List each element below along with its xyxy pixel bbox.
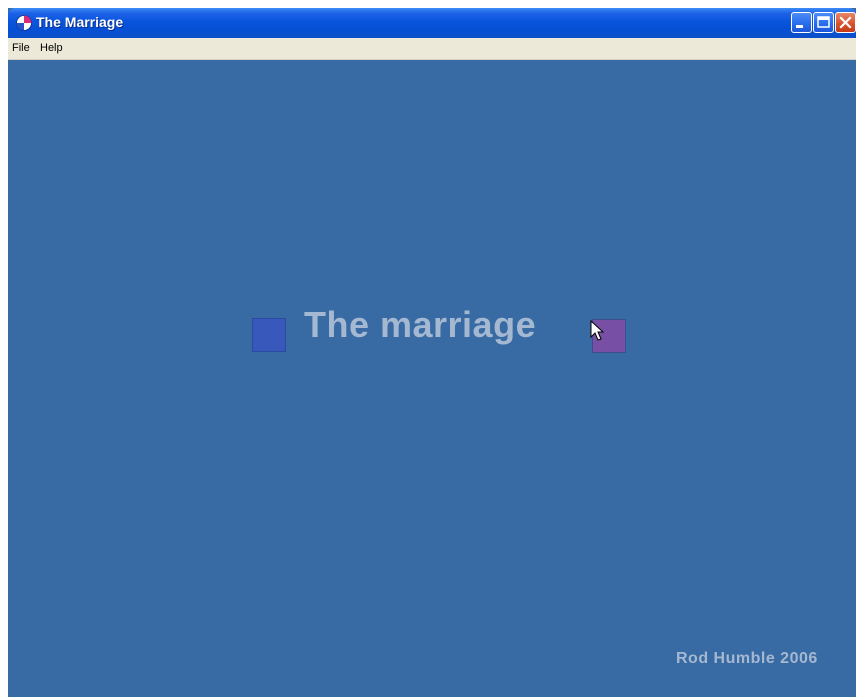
app-window: The Marriage File Help The marriage Rod …: [8, 8, 856, 697]
title-bar[interactable]: The Marriage: [8, 8, 856, 38]
window-title: The Marriage: [36, 14, 124, 30]
minimize-icon: [796, 25, 803, 28]
maximize-button[interactable]: [813, 12, 834, 33]
credit-text: Rod Humble 2006: [676, 650, 818, 667]
mouse-cursor-icon: [590, 320, 605, 341]
game-title: The marriage: [304, 304, 537, 345]
blue-square[interactable]: [252, 318, 286, 352]
menu-file[interactable]: File: [12, 42, 30, 54]
close-button[interactable]: [835, 12, 856, 33]
close-icon: [839, 16, 852, 29]
menu-bar: File Help: [8, 38, 856, 60]
menu-help[interactable]: Help: [40, 42, 63, 54]
app-icon: [16, 15, 32, 31]
maximize-icon: [817, 16, 830, 28]
game-canvas[interactable]: The marriage Rod Humble 2006: [8, 60, 856, 697]
minimize-button[interactable]: [791, 12, 812, 33]
